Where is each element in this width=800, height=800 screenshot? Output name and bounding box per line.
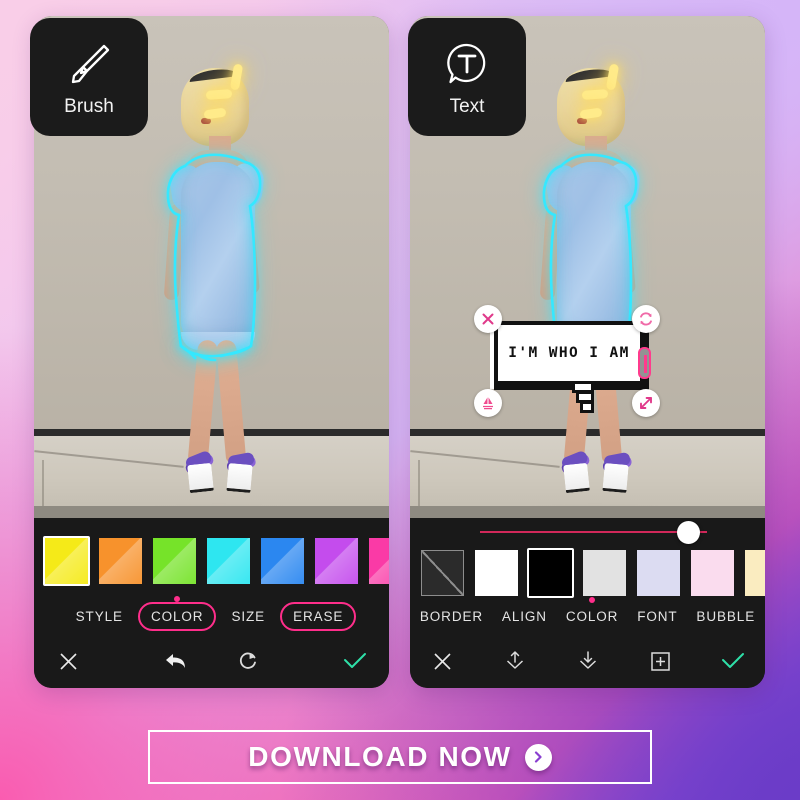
text-bubble-overlay[interactable]: I'M WHO I AM bbox=[472, 303, 672, 421]
swatch-fill bbox=[529, 550, 572, 596]
sparkle-strokes bbox=[202, 63, 272, 134]
confirm-button[interactable] bbox=[335, 641, 375, 681]
floor-seam-vertical bbox=[418, 460, 420, 518]
color-swatch-orange[interactable] bbox=[97, 536, 144, 586]
brush-color-palette[interactable] bbox=[34, 536, 389, 588]
brush-control-deck: STYLE COLOR SIZE ERASE bbox=[34, 518, 389, 688]
swatch-fill bbox=[421, 550, 464, 596]
tool-label: SIZE bbox=[231, 608, 266, 624]
layer-handle[interactable] bbox=[474, 389, 502, 417]
swatch-fill bbox=[261, 538, 304, 584]
color-swatch-lavender[interactable] bbox=[635, 548, 682, 598]
swatch-fill bbox=[691, 550, 734, 596]
text-tool-border[interactable]: BORDER bbox=[411, 603, 492, 630]
color-swatch-white[interactable] bbox=[473, 548, 520, 598]
opacity-slider[interactable] bbox=[410, 518, 765, 546]
color-swatch-cyan[interactable] bbox=[205, 536, 252, 586]
swatch-fill bbox=[745, 550, 765, 596]
color-swatch-yellow[interactable] bbox=[43, 536, 90, 586]
send-backward-button[interactable] bbox=[568, 641, 608, 681]
download-now-label: DOWNLOAD NOW bbox=[248, 741, 512, 772]
brush-action-row bbox=[34, 640, 389, 682]
text-bubble-content: I'M WHO I AM bbox=[508, 345, 630, 361]
tool-label: ALIGN bbox=[501, 608, 547, 624]
swatch-fill bbox=[637, 550, 680, 596]
promo-stage: STYLE COLOR SIZE ERASE BORDER ALIGN COLO… bbox=[0, 0, 800, 800]
text-color-palette[interactable] bbox=[410, 548, 765, 600]
chevron-right-circle-icon bbox=[524, 743, 552, 771]
text-bubble[interactable]: I'M WHO I AM bbox=[494, 321, 644, 385]
tool-label: FONT bbox=[637, 608, 678, 624]
text-tool-align[interactable]: ALIGN bbox=[493, 603, 556, 630]
download-now-button[interactable]: DOWNLOAD NOW bbox=[148, 730, 652, 784]
tool-label: BORDER bbox=[419, 608, 484, 624]
badge-text-label: Text bbox=[449, 96, 485, 117]
swatch-fill bbox=[475, 550, 518, 596]
reset-button[interactable] bbox=[228, 641, 268, 681]
text-bubble-icon bbox=[440, 36, 494, 92]
add-text-button[interactable] bbox=[640, 641, 680, 681]
color-swatch-cream[interactable] bbox=[743, 548, 765, 598]
rotate-handle[interactable] bbox=[632, 305, 660, 333]
color-swatch-blue[interactable] bbox=[259, 536, 306, 586]
badge-text: Text bbox=[408, 18, 526, 136]
swatch-fill bbox=[315, 538, 358, 584]
close-button[interactable] bbox=[422, 641, 462, 681]
text-tool-row: BORDER ALIGN COLOR FONT BUBBLE bbox=[410, 596, 765, 636]
swatch-fill bbox=[369, 538, 389, 584]
paintbrush-icon bbox=[62, 36, 116, 92]
brush-tool-erase[interactable]: ERASE bbox=[280, 601, 357, 631]
brush-tool-size[interactable]: SIZE bbox=[222, 603, 274, 630]
color-swatch-transparent[interactable] bbox=[419, 548, 466, 598]
sparkle-strokes bbox=[578, 63, 648, 134]
delete-handle[interactable] bbox=[474, 305, 502, 333]
confirm-button[interactable] bbox=[713, 641, 753, 681]
floor-seam-vertical bbox=[42, 460, 44, 518]
undo-button[interactable] bbox=[156, 641, 196, 681]
swatch-fill bbox=[153, 538, 196, 584]
text-action-row bbox=[410, 640, 765, 682]
brush-tool-color[interactable]: COLOR bbox=[137, 595, 217, 631]
badge-brush: Brush bbox=[30, 18, 148, 136]
text-tool-bubble[interactable]: BUBBLE bbox=[687, 603, 764, 630]
slider-knob[interactable] bbox=[676, 521, 700, 544]
swatch-fill bbox=[207, 538, 250, 584]
resize-handle[interactable] bbox=[632, 389, 660, 417]
text-tool-color[interactable]: COLOR bbox=[557, 596, 628, 630]
bring-forward-button[interactable] bbox=[495, 641, 535, 681]
text-caret[interactable] bbox=[638, 347, 651, 379]
brush-tool-row: STYLE COLOR SIZE ERASE bbox=[34, 595, 389, 636]
swatch-fill bbox=[99, 538, 142, 584]
brush-tool-style[interactable]: STYLE bbox=[67, 603, 132, 630]
slider-track bbox=[480, 531, 707, 533]
tool-label: COLOR bbox=[150, 608, 204, 624]
tool-label: COLOR bbox=[565, 608, 619, 624]
swatch-fill bbox=[583, 550, 626, 596]
color-swatch-pink[interactable] bbox=[367, 536, 389, 586]
text-control-deck: BORDER ALIGN COLOR FONT BUBBLE bbox=[410, 518, 765, 688]
tool-label: BUBBLE bbox=[696, 608, 756, 624]
color-swatch-light-gray[interactable] bbox=[581, 548, 628, 598]
tool-label: ERASE bbox=[293, 608, 344, 624]
color-swatch-purple[interactable] bbox=[313, 536, 360, 586]
color-swatch-pale-pink[interactable] bbox=[689, 548, 736, 598]
tool-label: STYLE bbox=[75, 608, 123, 624]
badge-brush-label: Brush bbox=[64, 96, 114, 117]
color-swatch-green[interactable] bbox=[151, 536, 198, 586]
swatch-fill bbox=[45, 538, 88, 584]
text-tool-font[interactable]: FONT bbox=[628, 603, 686, 630]
color-swatch-black[interactable] bbox=[527, 548, 574, 598]
close-button[interactable] bbox=[48, 641, 88, 681]
